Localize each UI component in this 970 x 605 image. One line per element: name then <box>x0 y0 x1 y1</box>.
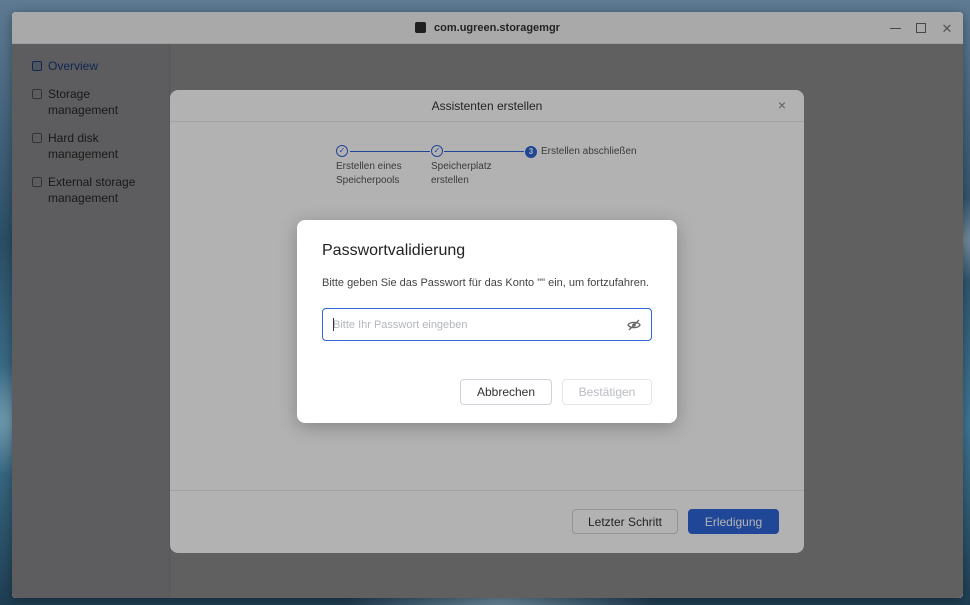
text-caret <box>333 318 334 331</box>
confirm-button[interactable]: Bestätigen <box>562 379 652 405</box>
cancel-button[interactable]: Abbrechen <box>460 379 552 405</box>
app-window: com.ugreen.storagemgr ✕ Overview Storage… <box>12 12 963 598</box>
password-validation-dialog: Passwortvalidierung Bitte geben Sie das … <box>297 220 677 423</box>
dialog-title: Passwortvalidierung <box>322 242 466 259</box>
password-field <box>322 308 652 341</box>
eye-hidden-icon[interactable] <box>627 319 641 331</box>
password-input[interactable] <box>333 309 623 340</box>
dialog-description: Bitte geben Sie das Passwort für das Kon… <box>322 277 649 289</box>
